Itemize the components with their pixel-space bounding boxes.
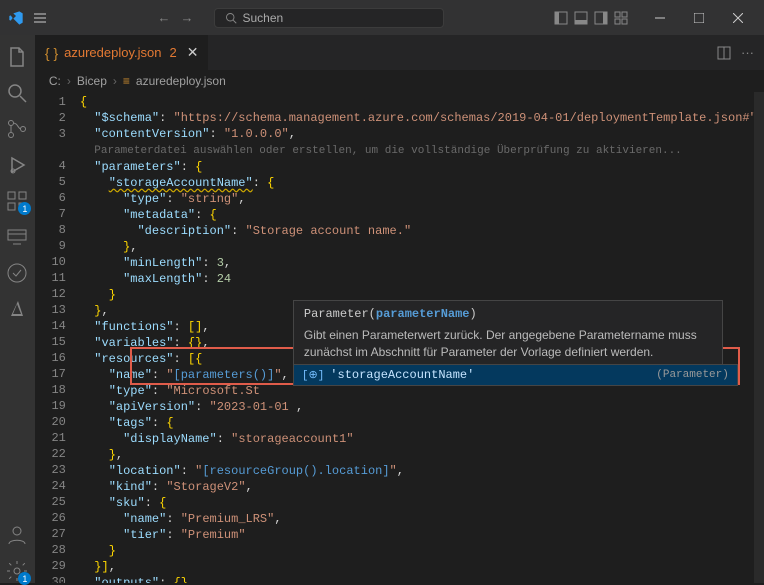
settings-gear-icon[interactable]: 1: [5, 559, 29, 583]
azure-icon[interactable]: [5, 297, 29, 321]
settings-badge: 1: [18, 572, 31, 585]
split-editor-icon[interactable]: [717, 46, 731, 60]
json-file-icon: ≡: [123, 74, 130, 88]
explorer-icon[interactable]: [5, 45, 29, 69]
tab-azuredeploy[interactable]: { } azuredeploy.json 2 ✕: [35, 35, 210, 70]
breadcrumb-root[interactable]: C:: [49, 74, 61, 88]
activity-bar: 1 1: [0, 35, 35, 583]
breadcrumb-file[interactable]: azuredeploy.json: [136, 74, 226, 88]
sig-prefix: Parameter(: [304, 307, 376, 321]
line-number-gutter: 123 456789101112131415161718192021222324…: [35, 92, 80, 583]
sig-param: parameterName: [376, 307, 470, 321]
tab-modified-count: 2: [169, 45, 176, 60]
json-file-icon: { }: [45, 45, 58, 61]
code-editor[interactable]: 123 456789101112131415161718192021222324…: [35, 92, 764, 583]
debug-icon[interactable]: [5, 153, 29, 177]
search-icon: [225, 12, 237, 24]
parameter-hint-tooltip: Parameter(parameterName) Gibt einen Para…: [293, 300, 723, 368]
breadcrumb-folder[interactable]: Bicep: [77, 74, 107, 88]
layout-panel-bottom-icon[interactable]: [573, 10, 589, 26]
tooltip-description: Gibt einen Parameterwert zurück. Der ang…: [304, 327, 712, 361]
suggestion-item[interactable]: [⊕] 'storageAccountName' (Parameter): [294, 365, 737, 385]
testing-icon[interactable]: [5, 261, 29, 285]
sig-suffix: ): [470, 307, 477, 321]
layout-panel-left-icon[interactable]: [553, 10, 569, 26]
breadcrumb[interactable]: C: › Bicep › ≡ azuredeploy.json: [35, 70, 764, 92]
suggestion-kind: (Parameter): [656, 369, 729, 381]
minimap-scrollbar[interactable]: [754, 92, 764, 583]
layout-customize-icon[interactable]: [613, 10, 629, 26]
extensions-badge: 1: [18, 202, 31, 215]
search-activity-icon[interactable]: [5, 81, 29, 105]
chevron-right-icon: ›: [113, 74, 117, 88]
parameter-icon: [⊕]: [302, 368, 324, 382]
extensions-icon[interactable]: 1: [5, 189, 29, 213]
layout-panel-right-icon[interactable]: [593, 10, 609, 26]
nav-forward-icon[interactable]: →: [181, 10, 194, 25]
menu-icon[interactable]: [32, 10, 48, 26]
search-box[interactable]: Suchen: [214, 8, 444, 28]
more-actions-icon[interactable]: ···: [741, 45, 754, 60]
vscode-logo-icon: [8, 10, 24, 26]
tab-filename: azuredeploy.json: [64, 45, 161, 60]
suggestion-popup[interactable]: [⊕] 'storageAccountName' (Parameter): [293, 364, 738, 386]
close-button[interactable]: [720, 4, 756, 32]
remote-icon[interactable]: [5, 225, 29, 249]
nav-back-icon[interactable]: ←: [158, 10, 171, 25]
minimize-button[interactable]: [642, 4, 678, 32]
tab-close-icon[interactable]: ✕: [187, 44, 199, 61]
maximize-button[interactable]: [681, 4, 717, 32]
source-control-icon[interactable]: [5, 117, 29, 141]
editor-area: { } azuredeploy.json 2 ✕ ··· C: › Bicep …: [35, 35, 764, 583]
account-icon[interactable]: [5, 523, 29, 547]
search-placeholder: Suchen: [243, 11, 284, 25]
titlebar: ← → Suchen: [0, 0, 764, 35]
chevron-right-icon: ›: [67, 74, 71, 88]
suggestion-name: 'storageAccountName': [330, 368, 474, 382]
tab-bar: { } azuredeploy.json 2 ✕ ···: [35, 35, 764, 70]
